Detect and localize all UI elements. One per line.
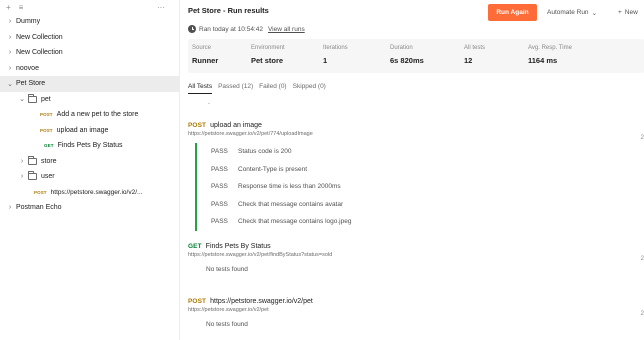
sidebar-item-dummy[interactable]: › Dummy [0,14,179,30]
sidebar-folder-pet[interactable]: ⌄ pet [0,92,179,108]
request-result: GET Finds Pets By Status https://petstor… [188,243,644,273]
result-tabs: All Tests Passed (12) Failed (0) Skipped… [188,83,332,94]
test-result-row: PASS Content-Type is present [211,165,308,173]
response-code: 2 [640,256,644,262]
request-url: https://petstore.swagger.io/v2/pet/774/u… [188,131,313,137]
request-url: https://petstore.swagger.io/v2/pet [188,307,269,313]
response-code: 2 [640,311,644,317]
pass-badge: PASS [211,165,228,173]
stat-source: Source Runner [192,45,219,65]
tab-failed[interactable]: Failed (0) [259,83,286,94]
chevron-down-icon: ⌄ [7,80,13,88]
chevron-down-icon: ⌄ [19,96,25,104]
iteration-marker: - [208,101,210,107]
more-icon[interactable]: ··· [157,3,165,12]
clock-icon [188,25,196,33]
sidebar-item-new-collection[interactable]: › New Collection [0,30,179,46]
sidebar-item-postman-echo[interactable]: › Postman Echo [0,200,179,216]
automate-run-button[interactable]: Automate Run ⌄ [547,4,597,21]
request-name[interactable]: https://petstore.swagger.io/v2/pet [210,298,313,305]
pass-badge: PASS [211,148,228,156]
request-name[interactable]: Finds Pets By Status [206,243,271,250]
pass-badge: PASS [211,183,228,191]
test-results: PASS Status code is 200 PASS Content-Typ… [195,143,644,231]
chevron-right-icon: › [8,49,12,57]
folder-icon [28,93,37,103]
sidebar-request-petstore-url[interactable]: POST https://petstore.swagger.io/v2/... [0,185,179,201]
stat-avg-resp-time: Avg. Resp. Time 1164 ms [528,45,572,65]
method-badge: GET [188,243,202,250]
chevron-right-icon: › [8,204,12,212]
method-badge: POST [188,298,207,305]
plus-icon: + [618,9,622,16]
stat-all-tests: All tests 12 [464,45,486,65]
folder-icon [28,171,37,181]
no-tests-message: No tests found [206,266,248,273]
no-tests-message: No tests found [206,321,248,328]
request-result: POST https://petstore.swagger.io/v2/pet … [188,298,644,328]
sidebar-item-new-collection-2[interactable]: › New Collection [0,45,179,61]
method-badge: GET [44,143,54,149]
pass-badge: PASS [211,218,228,226]
pass-badge: PASS [211,200,228,208]
run-again-button[interactable]: Run Again [488,4,537,21]
sidebar-request-add-pet[interactable]: POST Add a new pet to the store [0,107,179,123]
run-info: Ran today at 10:54:42 View all runs [188,25,305,33]
sidebar-item-noovoe[interactable]: › noovoe [0,61,179,77]
tab-all-tests[interactable]: All Tests [188,83,213,94]
stat-environment: Environment Pet store [251,45,285,65]
request-name[interactable]: upload an image [210,122,262,129]
chevron-right-icon: › [8,18,12,26]
stat-duration: Duration 6s 820ms [390,45,424,65]
chevron-right-icon: › [20,173,24,181]
add-icon[interactable]: + [6,3,11,12]
stat-iterations: Iterations 1 [323,45,348,65]
method-badge: POST [40,112,53,118]
tab-passed[interactable]: Passed (12) [218,83,253,94]
view-all-runs-link[interactable]: View all runs [268,26,305,33]
run-summary: Source Runner Environment Pet store Iter… [188,39,644,73]
sidebar-request-upload-image[interactable]: POST upload an image [0,123,179,139]
tab-skipped[interactable]: Skipped (0) [293,83,326,94]
run-results-panel: Pet Store - Run results Ran today at 10:… [180,0,644,340]
response-code: 2 [640,135,644,141]
test-result-row: PASS Response time is less than 2000ms [211,183,341,191]
sidebar-request-find-pets[interactable]: GET Finds Pets By Status [0,138,179,154]
sidebar-toolbar: + ≡ ··· [0,0,179,14]
method-badge: POST [188,122,207,129]
folder-icon [28,155,37,165]
request-url: https://petstore.swagger.io/v2/pet/findB… [188,252,333,258]
collections-sidebar: + ≡ ··· › Dummy › New Collection › New C… [0,0,180,340]
sidebar-folder-store[interactable]: › store [0,154,179,170]
test-result-row: PASS Status code is 200 [211,148,292,156]
new-button[interactable]: + New [618,4,638,21]
chevron-down-icon: ⌄ [591,9,598,17]
method-badge: POST [34,189,47,195]
test-result-row: PASS Check that message contains logo.jp… [211,218,352,226]
chevron-right-icon: › [8,64,12,72]
test-result-row: PASS Check that message contains avatar [211,200,344,208]
page-title: Pet Store - Run results [188,6,269,15]
chevron-right-icon: › [20,157,24,165]
chevron-right-icon: › [8,33,12,41]
sidebar-item-pet-store[interactable]: ⌄ Pet Store [0,76,179,92]
sidebar-folder-user[interactable]: › user [0,169,179,185]
request-result: POST upload an image https://petstore.sw… [188,122,644,231]
filter-icon[interactable]: ≡ [19,3,24,12]
method-badge: POST [40,127,53,133]
